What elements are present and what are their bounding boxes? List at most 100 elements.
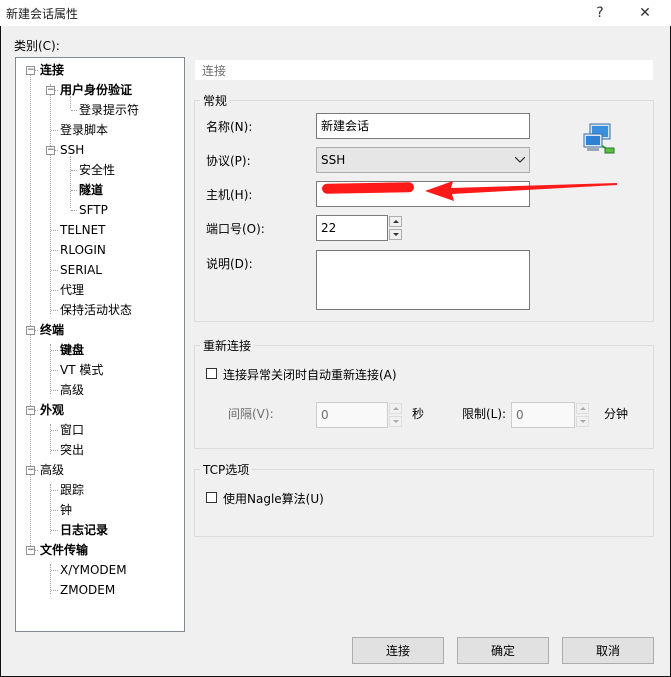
collapse-toggle-icon[interactable]: − xyxy=(46,146,55,155)
limit-unit: 分钟 xyxy=(604,407,629,421)
tree-connector xyxy=(71,190,77,191)
tree-connector xyxy=(51,270,58,271)
reconnect-group-title: 重新连接 xyxy=(200,337,255,354)
collapse-toggle-icon[interactable]: − xyxy=(26,546,35,555)
network-computer-icon xyxy=(583,123,615,154)
tree-item[interactable]: 跟踪 xyxy=(60,481,84,499)
limit-spin-down[interactable] xyxy=(576,416,589,427)
tree-connector xyxy=(71,110,77,111)
tree-connector xyxy=(51,310,58,311)
tree-item[interactable]: 文件传输 xyxy=(40,541,88,559)
name-input[interactable]: 新建会话 xyxy=(316,113,530,139)
close-button[interactable]: ✕ xyxy=(625,0,665,26)
collapse-toggle-icon[interactable]: − xyxy=(26,326,35,335)
collapse-toggle-icon[interactable]: − xyxy=(26,406,35,415)
tree-item[interactable]: 键盘 xyxy=(60,341,84,359)
tree-item[interactable]: 连接 xyxy=(40,61,64,79)
tree-line-connection xyxy=(50,84,51,314)
tree-connector xyxy=(51,390,58,391)
protocol-select-value: SSH xyxy=(321,153,346,167)
tree-connector xyxy=(51,570,58,571)
tree-item[interactable]: 登录提示符 xyxy=(79,101,139,119)
tree-item[interactable]: X/YMODEM xyxy=(60,561,127,579)
auto-reconnect-checkbox[interactable] xyxy=(206,368,217,379)
port-input[interactable]: 22 xyxy=(316,215,388,241)
help-button[interactable]: ? xyxy=(580,0,620,26)
cancel-button[interactable]: 取消 xyxy=(562,637,654,664)
tcp-group-title: TCP选项 xyxy=(200,461,253,478)
limit-label: 限制(L): xyxy=(462,407,507,421)
tree-item[interactable]: 突出 xyxy=(60,441,84,459)
tree-connector xyxy=(51,510,58,511)
tree-connector xyxy=(71,210,77,211)
tree-line-advanced xyxy=(50,484,51,534)
tree-item[interactable]: SFTP xyxy=(79,201,108,219)
reconnect-group xyxy=(194,345,654,449)
tree-item[interactable]: 代理 xyxy=(60,281,84,299)
chevron-down-icon xyxy=(515,157,525,163)
interval-spin-down[interactable] xyxy=(389,416,402,427)
description-textarea[interactable] xyxy=(316,250,530,310)
port-label: 端口号(O): xyxy=(206,222,265,236)
tree-connector xyxy=(51,250,58,251)
tree-item[interactable]: 高级 xyxy=(60,381,84,399)
collapse-toggle-icon[interactable]: − xyxy=(26,466,35,475)
tree-line-root xyxy=(30,72,31,552)
tree-item[interactable]: TELNET xyxy=(60,221,106,239)
tree-item[interactable]: 外观 xyxy=(40,401,64,419)
tree-connector xyxy=(51,590,58,591)
protocol-select[interactable]: SSH xyxy=(316,147,530,173)
description-label: 说明(D): xyxy=(206,257,253,271)
tree-connector xyxy=(51,490,58,491)
tree-connector xyxy=(51,430,58,431)
nagle-label[interactable]: 使用Nagle算法(U) xyxy=(223,490,324,507)
ok-button[interactable]: 确定 xyxy=(457,637,549,664)
tree-item[interactable]: SERIAL xyxy=(60,261,102,279)
redaction-scribble xyxy=(321,182,415,194)
collapse-toggle-icon[interactable]: − xyxy=(26,66,35,75)
nagle-checkbox[interactable] xyxy=(206,492,217,503)
tree-item[interactable]: 登录脚本 xyxy=(60,121,108,139)
connect-button[interactable]: 连接 xyxy=(352,637,444,664)
tree-line-ssh xyxy=(70,156,71,208)
tree-item[interactable]: RLOGIN xyxy=(60,241,106,259)
tree-item[interactable]: 保持活动状态 xyxy=(60,301,132,319)
interval-input[interactable]: 0 xyxy=(316,402,388,428)
page-header: 连接 xyxy=(194,59,654,81)
tree-item[interactable]: 日志记录 xyxy=(60,521,108,539)
title-bar xyxy=(0,0,671,26)
tree-connector xyxy=(51,230,58,231)
tree-item[interactable]: 高级 xyxy=(40,461,64,479)
name-label: 名称(N): xyxy=(206,120,253,134)
tree-item[interactable]: ZMODEM xyxy=(60,581,115,599)
tree-item[interactable]: 窗口 xyxy=(60,421,84,439)
tree-item[interactable]: 安全性 xyxy=(79,161,115,179)
tree-connector xyxy=(71,170,77,171)
window-title: 新建会话属性 xyxy=(6,7,79,21)
protocol-label: 协议(P): xyxy=(206,154,251,168)
limit-input[interactable]: 0 xyxy=(511,402,575,428)
tree-connector xyxy=(51,530,58,531)
port-spin-down[interactable] xyxy=(389,229,402,240)
tree-item[interactable]: SSH xyxy=(60,141,84,159)
window-border-left xyxy=(0,26,1,677)
host-label: 主机(H): xyxy=(206,188,253,202)
red-arrow-icon xyxy=(425,181,617,201)
tree-item[interactable]: 用户身份验证 xyxy=(60,81,132,99)
limit-spin-up[interactable] xyxy=(576,403,589,414)
tree-item[interactable]: 隧道 xyxy=(79,181,103,199)
tree-connector xyxy=(51,450,58,451)
port-spin-up[interactable] xyxy=(389,216,402,227)
tree-item[interactable]: 终端 xyxy=(40,321,64,339)
collapse-toggle-icon[interactable]: − xyxy=(46,86,55,95)
auto-reconnect-label[interactable]: 连接异常关闭时自动重新连接(A) xyxy=(223,366,397,383)
tree-connector xyxy=(51,290,58,291)
category-tree[interactable]: 连接 − 用户身份验证 − 登录提示符 登录脚本 SSH − 安全性 隧道 SFTP TELNET RL… xyxy=(15,57,185,632)
tree-connector xyxy=(51,130,58,131)
tree-item[interactable]: 钟 xyxy=(60,501,72,519)
interval-spin-up[interactable] xyxy=(389,403,402,414)
tree-item[interactable]: VT 模式 xyxy=(60,361,103,379)
tree-connector xyxy=(51,350,58,351)
category-label: 类别(C): xyxy=(14,39,60,53)
tree-line-terminal xyxy=(50,344,51,394)
